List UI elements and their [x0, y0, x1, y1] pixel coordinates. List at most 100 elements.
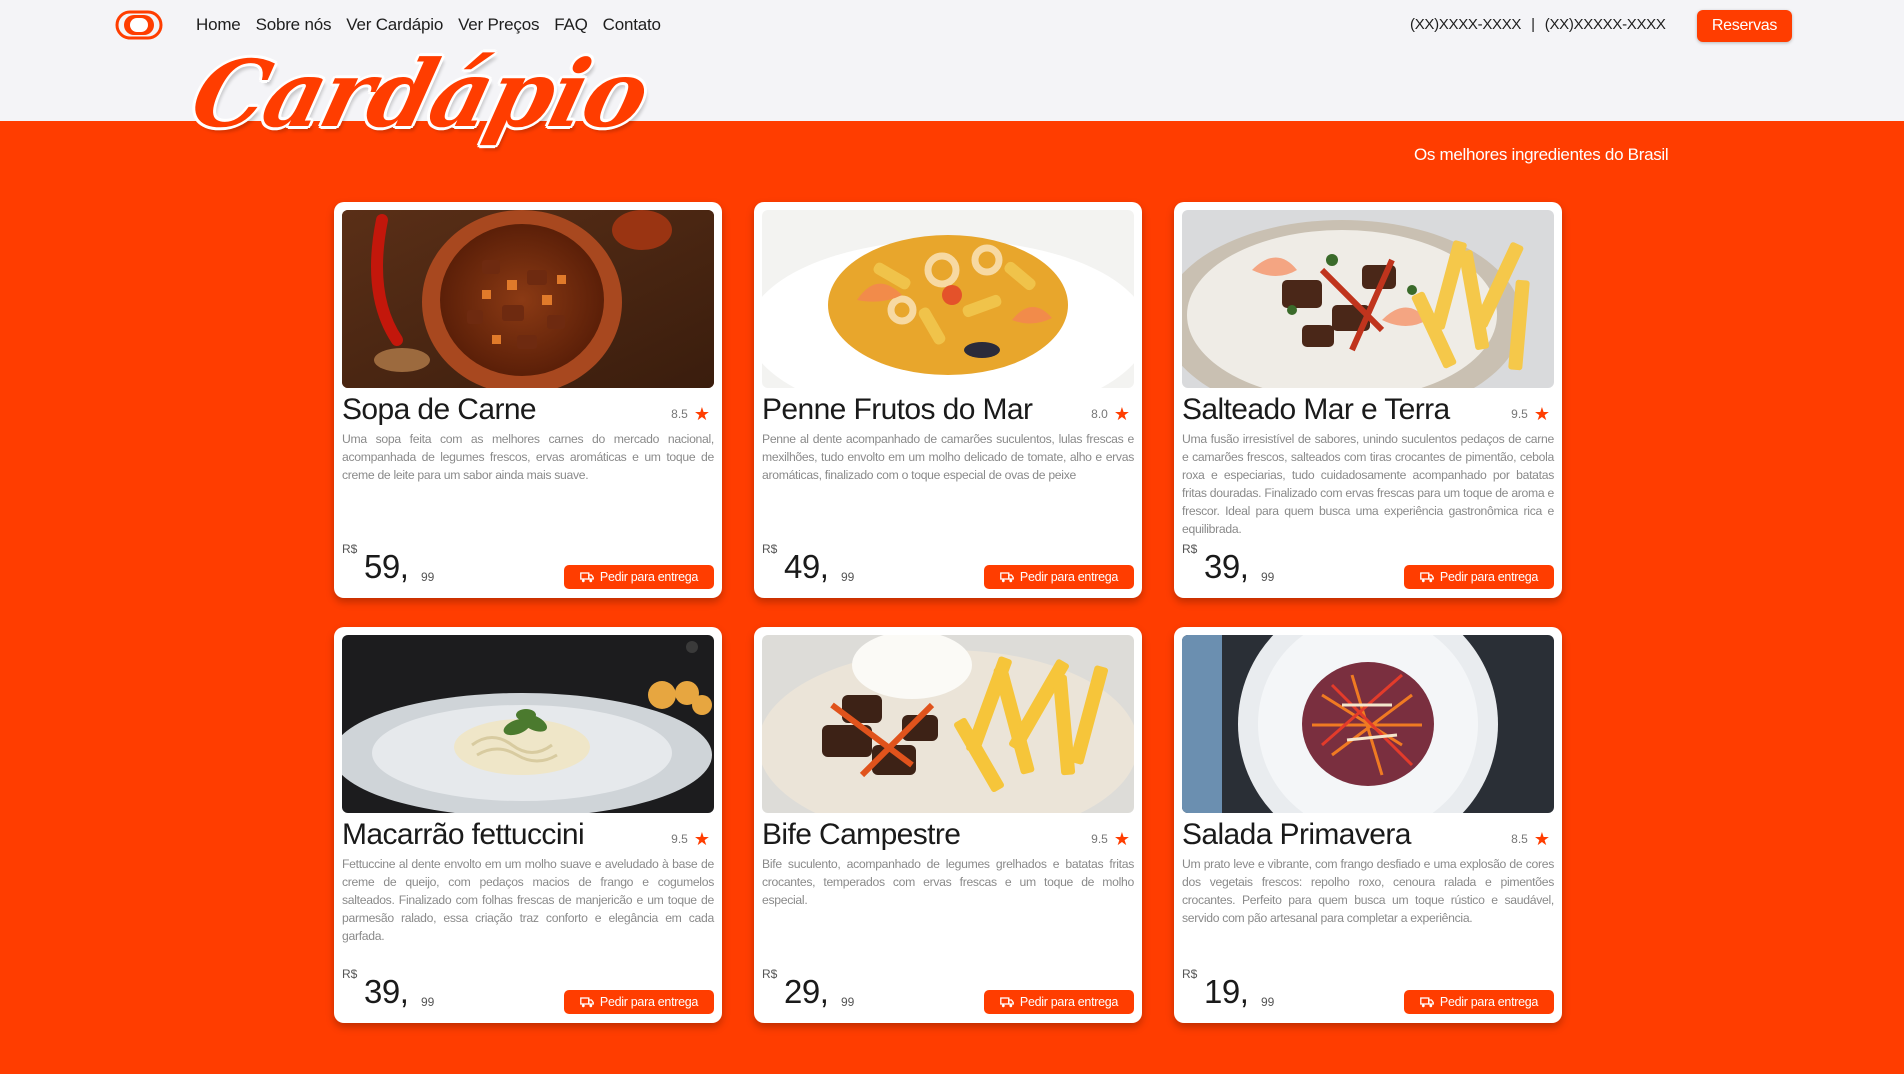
dish-title: Salada Primavera: [1182, 818, 1411, 851]
dish-photo-macarrao: [342, 635, 714, 813]
nav-link-home[interactable]: Home: [196, 15, 241, 35]
star-icon: ★: [1533, 829, 1550, 849]
price-integer: 29,: [784, 973, 829, 1010]
dish-description: Uma fusão irresistível de sabores, unind…: [1182, 432, 1554, 536]
dish-title: Bife Campestre: [762, 818, 961, 851]
order-label: Pedir para entrega: [599, 995, 699, 1009]
order-label: Pedir para entrega: [1019, 570, 1119, 584]
reserve-button[interactable]: Reservas: [1697, 10, 1792, 42]
order-delivery-button[interactable]: Pedir para entrega: [984, 990, 1134, 1014]
price-currency: R$: [1182, 542, 1198, 556]
nav-links: Home Sobre nós Ver Cardápio Ver Preços F…: [196, 15, 676, 35]
dish-photo-salteado: [1182, 210, 1554, 388]
price-integer: 49,: [784, 548, 829, 585]
price-integer: 39,: [1204, 548, 1249, 585]
price-cents: 99: [1261, 570, 1275, 584]
dish-title: Penne Frutos do Mar: [762, 393, 1033, 426]
menu-grid: Sopa de Carne 8.5 ★ Uma sopa feita com a…: [334, 202, 1564, 1023]
dish-rating: 9.5 ★: [671, 830, 710, 848]
price-cents: 99: [421, 995, 435, 1009]
price-cents: 99: [1261, 995, 1275, 1009]
star-icon: ★: [693, 404, 710, 424]
dish-photo-salada: [1182, 635, 1554, 813]
nav-link-precos[interactable]: Ver Preços: [458, 15, 539, 35]
dish-rating: 8.5 ★: [671, 405, 710, 423]
phone-numbers: (XX)XXXX-XXXX | (XX)XXXXX-XXXX: [1410, 16, 1666, 33]
dish-photo-penne: [762, 210, 1134, 388]
nav-link-contato[interactable]: Contato: [603, 15, 661, 35]
rating-value: 8.0: [1091, 407, 1108, 421]
truck-icon: [1000, 571, 1014, 582]
page-subtitle: Os melhores ingredientes do Brasil: [1414, 145, 1669, 164]
dish-price: R$ 29, 99: [762, 967, 882, 1015]
dish-price: R$ 59, 99: [342, 542, 462, 590]
dish-price: R$ 49, 99: [762, 542, 882, 590]
price-cents: 99: [841, 995, 855, 1009]
price-integer: 39,: [364, 973, 409, 1010]
price-integer: 59,: [364, 548, 409, 585]
price-cents: 99: [841, 570, 855, 584]
dish-photo-sopa: [342, 210, 714, 388]
menu-card: Sopa de Carne 8.5 ★ Uma sopa feita com a…: [334, 202, 722, 598]
rating-value: 8.5: [1511, 832, 1528, 846]
star-icon: ★: [1113, 404, 1130, 424]
truck-icon: [1000, 996, 1014, 1007]
rating-value: 9.5: [671, 832, 688, 846]
price-currency: R$: [342, 542, 358, 556]
truck-icon: [1420, 571, 1434, 582]
dish-photo-bife: [762, 635, 1134, 813]
dish-rating: 9.5 ★: [1091, 830, 1130, 848]
order-delivery-button[interactable]: Pedir para entrega: [564, 990, 714, 1014]
dish-description: Uma sopa feita com as melhores carnes do…: [342, 432, 714, 482]
rating-value: 8.5: [671, 407, 688, 421]
dish-description: Bife suculento, acompanhado de legumes g…: [762, 857, 1134, 907]
nav-link-cardapio[interactable]: Ver Cardápio: [346, 15, 443, 35]
dish-price: R$ 19, 99: [1182, 967, 1302, 1015]
order-delivery-button[interactable]: Pedir para entrega: [564, 565, 714, 589]
truck-icon: [580, 571, 594, 582]
price-currency: R$: [342, 967, 358, 981]
order-label: Pedir para entrega: [1439, 570, 1539, 584]
star-icon: ★: [1113, 829, 1130, 849]
rating-value: 9.5: [1091, 832, 1108, 846]
phone-1: (XX)XXXX-XXXX: [1410, 16, 1522, 33]
dish-description: Um prato leve e vibrante, com frango des…: [1182, 857, 1554, 925]
nav-link-faq[interactable]: FAQ: [554, 15, 588, 35]
dish-price: R$ 39, 99: [342, 967, 462, 1015]
nav-link-sobre[interactable]: Sobre nós: [256, 15, 332, 35]
rating-value: 9.5: [1511, 407, 1528, 421]
dish-price: R$ 39, 99: [1182, 542, 1302, 590]
dish-title: Macarrão fettuccini: [342, 818, 585, 851]
star-icon: ★: [1533, 404, 1550, 424]
order-label: Pedir para entrega: [1019, 995, 1119, 1009]
page-title: Cardápio: [181, 40, 659, 148]
phone-separator: |: [1531, 16, 1535, 33]
menu-card: Macarrão fettuccini 9.5 ★ Fettuccine al …: [334, 627, 722, 1023]
truck-icon: [1420, 996, 1434, 1007]
order-delivery-button[interactable]: Pedir para entrega: [1404, 990, 1554, 1014]
price-integer: 19,: [1204, 973, 1249, 1010]
order-label: Pedir para entrega: [1439, 995, 1539, 1009]
menu-card: Penne Frutos do Mar 8.0 ★ Penne al dente…: [754, 202, 1142, 598]
logo-icon[interactable]: [115, 10, 163, 40]
truck-icon: [580, 996, 594, 1007]
dish-title: Sopa de Carne: [342, 393, 537, 426]
order-delivery-button[interactable]: Pedir para entrega: [1404, 565, 1554, 589]
dish-description: Fettuccine al dente envolto em um molho …: [342, 857, 714, 943]
dish-rating: 8.0 ★: [1091, 405, 1130, 423]
price-cents: 99: [421, 570, 435, 584]
menu-card: Salteado Mar e Terra 9.5 ★ Uma fusão irr…: [1174, 202, 1562, 598]
price-currency: R$: [762, 967, 778, 981]
price-currency: R$: [1182, 967, 1198, 981]
dish-rating: 9.5 ★: [1511, 405, 1550, 423]
order-label: Pedir para entrega: [599, 570, 699, 584]
order-delivery-button[interactable]: Pedir para entrega: [984, 565, 1134, 589]
star-icon: ★: [693, 829, 710, 849]
dish-rating: 8.5 ★: [1511, 830, 1550, 848]
menu-card: Salada Primavera 8.5 ★ Um prato leve e v…: [1174, 627, 1562, 1023]
dish-title: Salteado Mar e Terra: [1182, 393, 1450, 426]
phone-2: (XX)XXXXX-XXXX: [1544, 16, 1666, 33]
dish-description: Penne al dente acompanhado de camarões s…: [762, 432, 1134, 482]
price-currency: R$: [762, 542, 778, 556]
menu-card: Bife Campestre 9.5 ★ Bife suculento, aco…: [754, 627, 1142, 1023]
